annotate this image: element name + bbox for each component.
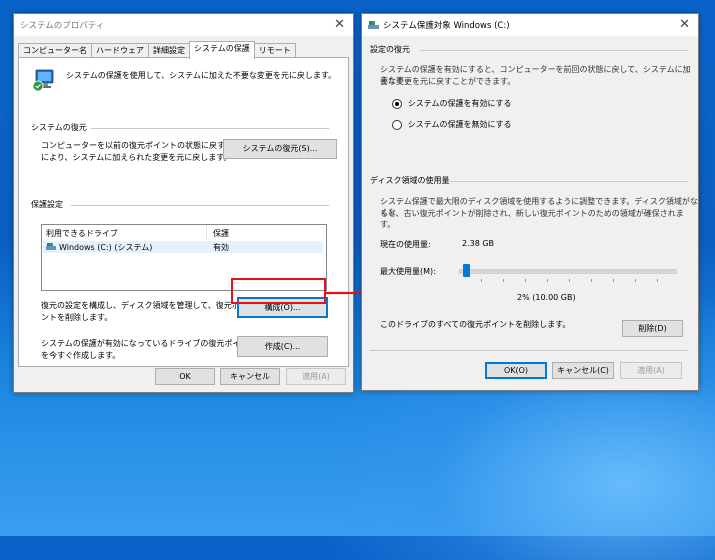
- apply-button[interactable]: 適用(A): [286, 368, 346, 385]
- table-row[interactable]: Windows (C:) (システム) 有効: [43, 241, 323, 253]
- create-button[interactable]: 作成(C)...: [237, 336, 328, 357]
- close-icon[interactable]: ✕: [334, 17, 345, 32]
- computer-protection-icon: [31, 68, 55, 92]
- drive-name: Windows (C:) (システム): [59, 243, 153, 252]
- column-header-protection[interactable]: 保護: [213, 228, 229, 239]
- restore-text-line1: コンピューターを以前の復元ポイントの状態に戻すこと: [41, 141, 241, 150]
- slider-tick: [503, 279, 504, 282]
- slider-thumb[interactable]: [463, 264, 470, 277]
- window-title: システム保護対象 Windows (C:): [383, 21, 510, 31]
- max-usage-slider[interactable]: [459, 264, 677, 282]
- close-icon[interactable]: ✕: [679, 17, 690, 32]
- apply-button[interactable]: 適用(A): [620, 362, 682, 379]
- disk-usage-text-line2: ると、古い復元ポイントが削除され、新しい復元ポイントのための領域が確保されます。: [380, 209, 684, 229]
- slider-tick: [481, 279, 482, 282]
- slider-tick: [657, 279, 658, 282]
- divider: [450, 181, 688, 182]
- divider: [370, 350, 688, 351]
- radio-selected-icon[interactable]: [392, 98, 402, 109]
- slider-readout: 2% (10.00 GB): [517, 293, 576, 302]
- enable-protection-label: システムの保護を有効にする: [407, 99, 512, 108]
- create-text-line2: を今すぐ作成します。: [41, 351, 121, 360]
- restore-settings-heading: 設定の復元: [370, 45, 410, 54]
- protection-heading: 保護設定: [31, 200, 63, 209]
- disk-usage-heading: ディスク領域の使用量: [370, 176, 450, 185]
- slider-tick: [525, 279, 526, 282]
- current-usage-value: 2.38 GB: [462, 239, 495, 248]
- delete-button[interactable]: 削除(D): [622, 320, 683, 337]
- highlight-box: [231, 278, 326, 304]
- ok-button[interactable]: OK: [155, 368, 215, 385]
- tab-computer-name[interactable]: コンピューター名: [18, 43, 92, 58]
- system-restore-button[interactable]: システムの復元(S)...: [223, 139, 337, 159]
- cancel-button[interactable]: キャンセル: [220, 368, 280, 385]
- restore-text-line2: により、システムに加えられた変更を元に戻します。: [41, 153, 232, 162]
- slider-tick: [613, 279, 614, 282]
- system-properties-window: システムのプロパティ ✕ コンピューター名 ハードウェア 詳細設定 システムの保…: [13, 13, 354, 393]
- system-protection-panel: システムの保護を使用して、システムに加えた不要な変更を元に戻します。 システムの…: [18, 57, 349, 367]
- drive-icon: [46, 243, 56, 250]
- enable-protection-option[interactable]: システムの保護を有効にする: [392, 98, 512, 109]
- current-usage-label: 現在の使用量:: [380, 240, 431, 249]
- tab-remote[interactable]: リモート: [253, 43, 296, 58]
- disable-protection-label: システムの保護を無効にする: [407, 120, 512, 129]
- title-bar[interactable]: システムのプロパティ ✕: [14, 14, 353, 36]
- divider: [420, 50, 688, 51]
- column-header-drive[interactable]: 利用できるドライブ: [46, 228, 118, 239]
- tab-system-protection[interactable]: システムの保護: [189, 41, 255, 59]
- configure-text-line1: 復元の設定を構成し、ディスク領域を管理して、復元ポイ: [41, 301, 248, 310]
- title-bar[interactable]: システム保護対象 Windows (C:) ✕: [362, 14, 698, 36]
- tab-hardware[interactable]: ハードウェア: [91, 43, 149, 58]
- max-usage-label: 最大使用量(M):: [380, 267, 436, 276]
- panel-description: システムの保護を使用して、システムに加えた不要な変更を元に戻します。: [66, 71, 337, 80]
- cancel-button[interactable]: キャンセル(C): [552, 362, 614, 379]
- slider-tick: [569, 279, 570, 282]
- configure-text-line2: ントを削除します。: [41, 313, 113, 322]
- ok-button[interactable]: OK(O): [485, 362, 547, 379]
- system-protection-window: システム保護対象 Windows (C:) ✕ 設定の復元 システムの保護を有効…: [361, 13, 699, 391]
- slider-tick: [547, 279, 548, 282]
- slider-tick: [591, 279, 592, 282]
- window-title: システムのプロパティ: [20, 21, 105, 31]
- slider-tick: [635, 279, 636, 282]
- tab-advanced[interactable]: 詳細設定: [148, 43, 190, 58]
- disable-protection-option[interactable]: システムの保護を無効にする: [392, 119, 512, 130]
- create-text-line1: システムの保護が有効になっているドライブの復元ポイント: [41, 339, 257, 348]
- delete-text: このドライブのすべての復元ポイントを削除します。: [380, 320, 571, 329]
- protection-status: 有効: [213, 243, 229, 252]
- radio-unselected-icon[interactable]: [392, 119, 402, 130]
- divider: [91, 128, 329, 129]
- slider-track: [459, 269, 677, 274]
- column-separator: [206, 225, 207, 240]
- restore-settings-text-line2: 要な変更を元に戻すことができます。: [380, 77, 516, 86]
- drive-icon: [368, 20, 379, 30]
- restore-heading: システムの復元: [31, 123, 87, 132]
- divider: [71, 205, 329, 206]
